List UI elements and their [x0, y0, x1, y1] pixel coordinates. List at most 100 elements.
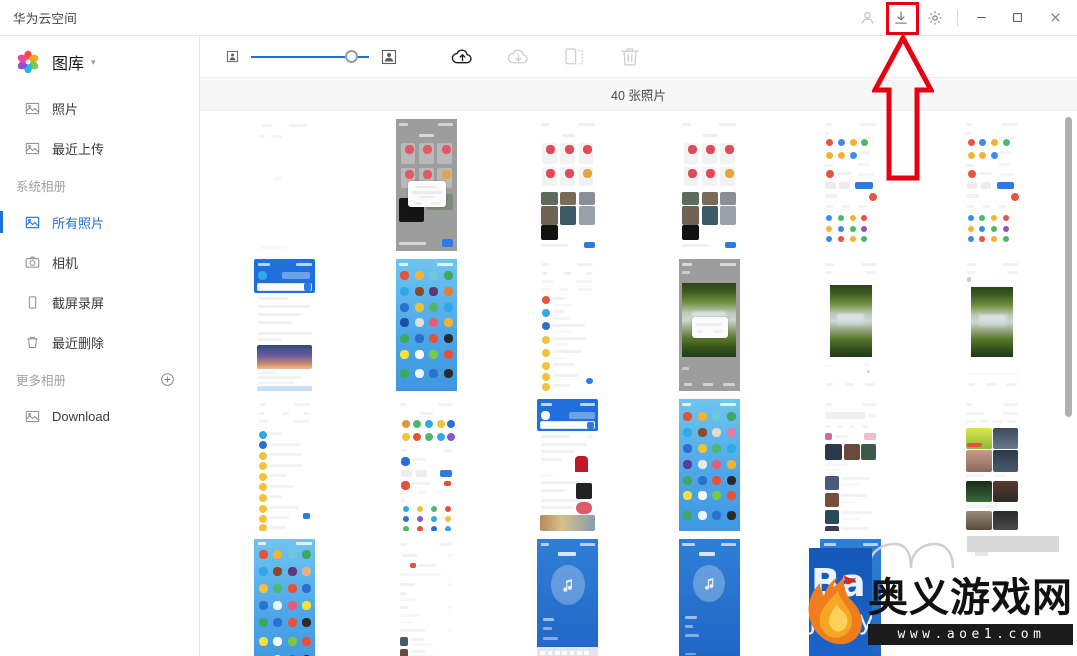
camera-icon	[24, 254, 41, 271]
close-button[interactable]	[1035, 0, 1075, 36]
grid-cell[interactable]	[780, 255, 922, 395]
watermark-bajingy-thumbnail: Ba jingy	[809, 548, 872, 656]
photo-count-bar: 40 张照片	[200, 78, 1077, 111]
grid-cell[interactable]	[639, 395, 781, 535]
thumbnail-size-control	[226, 49, 397, 65]
grid-cell[interactable]	[214, 535, 356, 656]
thumbnail-scroll-region[interactable]	[200, 111, 1077, 656]
sidebar-item-label: 最近上传	[52, 141, 105, 157]
thumbnail-image[interactable]	[678, 399, 740, 531]
slider-handle[interactable]	[344, 50, 358, 63]
grid-cell[interactable]	[780, 395, 922, 535]
control-divider	[957, 9, 958, 26]
grid-cell[interactable]	[497, 255, 639, 395]
trash-icon	[24, 334, 41, 351]
sidebar-group-label: 系统相册	[16, 179, 67, 194]
thumbnail-image[interactable]	[397, 539, 456, 656]
large-thumbnail-icon[interactable]	[381, 49, 397, 65]
sidebar-item-label: 最近删除	[52, 335, 105, 351]
thumbnail-image[interactable]	[963, 539, 1022, 656]
sidebar-item-photos[interactable]: 照片	[0, 88, 199, 128]
account-avatar[interactable]	[850, 0, 884, 36]
grid-cell[interactable]	[356, 535, 498, 656]
sidebar-group-system-albums: 系统相册	[0, 168, 199, 202]
sidebar-item-download[interactable]: Download	[0, 396, 199, 436]
title-bar: 华为云空间	[0, 0, 1077, 36]
thumbnail-image[interactable]	[678, 259, 740, 391]
grid-cell[interactable]	[497, 395, 639, 535]
sidebar-item-recently-deleted[interactable]: 最近删除	[0, 322, 199, 362]
thumbnail-image[interactable]	[821, 259, 880, 391]
grid-cell[interactable]	[922, 255, 1064, 395]
grid-cell[interactable]	[497, 535, 639, 656]
delete-button[interactable]	[617, 44, 643, 70]
chevron-down-icon[interactable]: ▾	[91, 57, 96, 67]
thumbnail-image[interactable]	[397, 399, 456, 531]
grid-cell[interactable]	[639, 535, 781, 656]
grid-cell[interactable]	[356, 255, 498, 395]
photo-icon	[24, 408, 41, 425]
gear-icon[interactable]	[918, 0, 952, 36]
thumbnail-image[interactable]	[821, 119, 880, 251]
thumbnail-image[interactable]	[395, 119, 457, 251]
thumbnail-size-slider[interactable]	[251, 50, 369, 64]
download-icon[interactable]	[884, 0, 918, 36]
grid-cell[interactable]	[214, 255, 356, 395]
minimize-button[interactable]	[963, 0, 999, 36]
sidebar-item-label: 截屏录屏	[52, 295, 105, 311]
brand-label: 图库	[52, 56, 85, 73]
thumbnail-image[interactable]	[537, 119, 599, 251]
gallery-flower-logo	[16, 50, 40, 74]
grid-cell[interactable]	[214, 115, 356, 255]
thumbnail-image[interactable]	[678, 119, 740, 251]
upload-to-cloud-button[interactable]	[449, 44, 475, 70]
thumbnail-image[interactable]	[963, 399, 1022, 531]
phone-icon	[24, 294, 41, 311]
copy-icon[interactable]	[561, 44, 587, 70]
sidebar-group-more-albums: 更多相册	[0, 362, 199, 396]
watermark-arcs	[865, 534, 957, 569]
on-screen-keyboard	[537, 647, 599, 656]
sidebar-item-camera[interactable]: 相机	[0, 242, 199, 282]
thumbnail-image[interactable]	[963, 119, 1022, 251]
sidebar-item-recent-uploads[interactable]: 最近上传	[0, 128, 199, 168]
grid-cell[interactable]	[214, 395, 356, 535]
grid-cell[interactable]	[639, 255, 781, 395]
thumbnail-image[interactable]	[255, 119, 314, 251]
sidebar-item-label: 所有照片	[52, 215, 105, 231]
small-thumbnail-icon[interactable]	[226, 50, 239, 63]
grid-cell[interactable]	[780, 115, 922, 255]
grid-cell[interactable]	[922, 115, 1064, 255]
sidebar: 图库 ▾ 照片 最近上传 系统相册 所有照片 相机 截屏录屏 最近删除 更多相册…	[0, 36, 200, 656]
brand-header[interactable]: 图库 ▾	[0, 42, 199, 82]
toolbar	[200, 36, 1077, 78]
thumbnail-image[interactable]	[538, 259, 597, 391]
thumbnail-image[interactable]	[537, 539, 599, 656]
thumbnail-image[interactable]	[255, 399, 314, 531]
vertical-scrollbar[interactable]	[1065, 117, 1072, 417]
download-from-cloud-button[interactable]	[505, 44, 531, 70]
window-controls	[850, 0, 1077, 35]
sidebar-item-all-photos[interactable]: 所有照片	[0, 202, 199, 242]
thumbnail-image[interactable]	[963, 259, 1022, 391]
photo-icon	[24, 100, 41, 117]
grid-cell[interactable]	[356, 115, 498, 255]
add-album-icon[interactable]	[160, 372, 175, 387]
grid-cell[interactable]	[922, 395, 1064, 535]
thumbnail-image[interactable]	[537, 399, 599, 531]
thumbnail-image[interactable]	[821, 399, 880, 531]
grid-cell[interactable]	[497, 115, 639, 255]
grid-cell[interactable]	[639, 115, 781, 255]
thumbnail-image[interactable]	[678, 539, 740, 656]
grid-cell[interactable]	[356, 395, 498, 535]
thumbnail-image[interactable]	[254, 539, 316, 656]
sidebar-item-label: 照片	[52, 101, 79, 117]
thumbnail-image[interactable]	[395, 259, 457, 391]
toolbar-actions	[449, 44, 643, 70]
watermark-corner-top-text: Ba	[811, 561, 866, 605]
thumbnail-image[interactable]	[254, 259, 316, 391]
sidebar-item-screenshots[interactable]: 截屏录屏	[0, 282, 199, 322]
photo-count-label: 40 张照片	[611, 88, 666, 103]
maximize-button[interactable]	[999, 0, 1035, 36]
watermark-gray-box	[967, 536, 1059, 552]
